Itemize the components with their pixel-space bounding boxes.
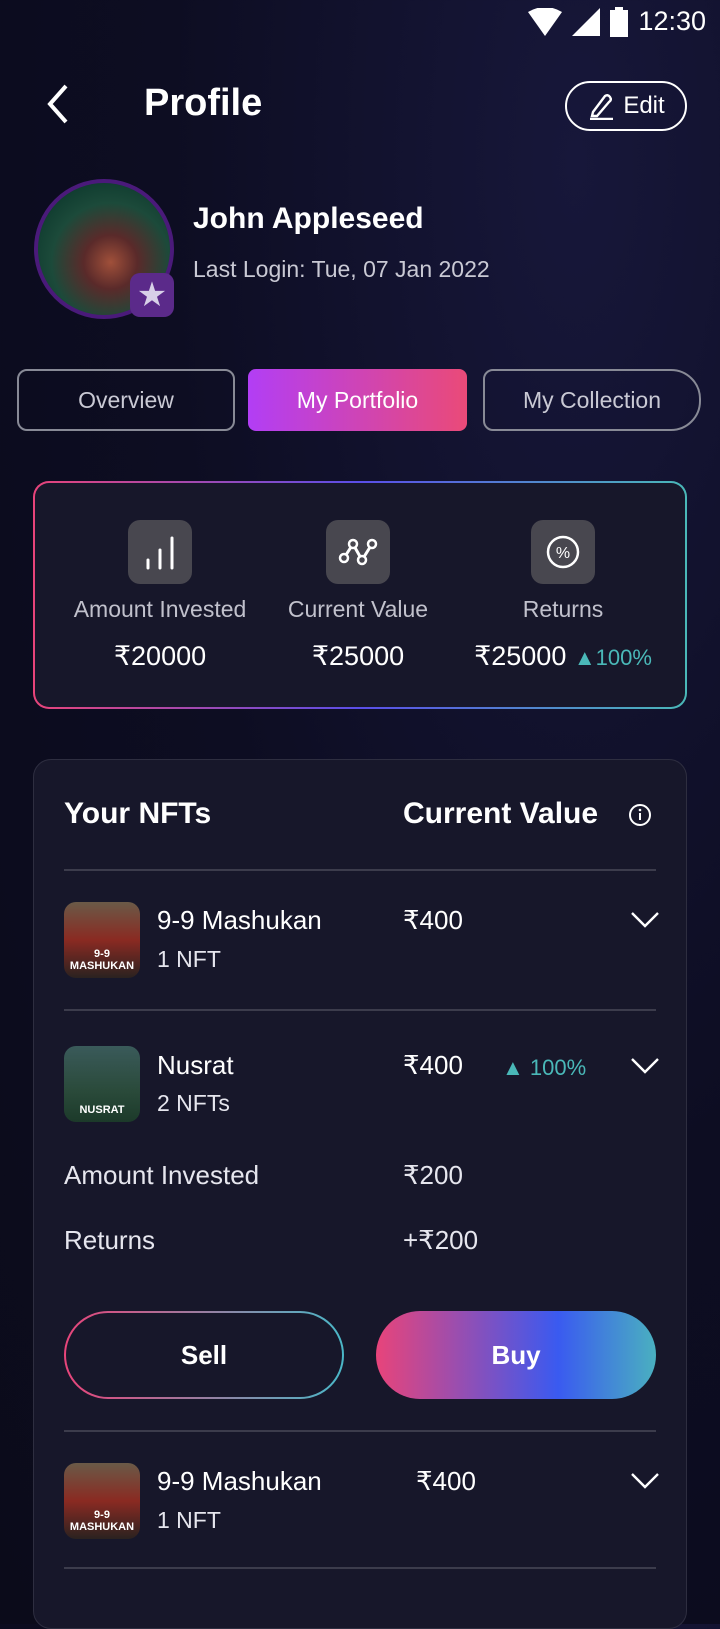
line-chart-icon [326, 520, 390, 584]
nft-name: 9-9 Mashukan [157, 1466, 322, 1496]
tab-my-portfolio[interactable]: My Portfolio [248, 369, 467, 431]
edit-label: Edit [623, 92, 665, 119]
thumb-text: 9-9 MASHUKAN [69, 948, 135, 972]
sell-button[interactable]: Sell [64, 1311, 344, 1399]
stat-value: ₹25000 [474, 641, 567, 671]
stat-label: Current Value [287, 596, 429, 622]
page-title: Profile [144, 82, 263, 124]
buy-button[interactable]: Buy [376, 1311, 656, 1399]
nfts-title: Your NFTs [64, 797, 212, 830]
divider [64, 1009, 656, 1011]
thumb-text: NUSRAT [79, 1104, 125, 1116]
pencil-icon [590, 94, 614, 120]
nft-change: ▲ 100% [502, 1055, 587, 1080]
portfolio-summary: Amount Invested ₹20000 Current Value ₹25… [33, 481, 687, 709]
stat-label: Returns [522, 596, 604, 622]
nft-value: ₹400 [403, 905, 463, 935]
stat-current-value: Current Value ₹25000 [253, 483, 463, 672]
nft-value: ₹400 [403, 1050, 463, 1080]
battery-icon [610, 6, 629, 37]
thumb-text: 9-9 MASHUKAN [69, 1509, 135, 1533]
edit-button[interactable]: Edit [565, 81, 687, 131]
chevron-down-icon[interactable] [630, 1471, 660, 1491]
status-bar: 12:30 [528, 6, 706, 37]
nft-thumbnail[interactable]: 9-9 MASHUKAN [64, 1463, 140, 1539]
returns-change: ▲100% [573, 645, 652, 670]
info-icon[interactable] [628, 803, 652, 827]
tab-my-collection[interactable]: My Collection [483, 369, 701, 431]
detail-value: ₹200 [403, 1160, 463, 1190]
percent-icon: % [531, 520, 595, 584]
nft-name: Nusrat [157, 1050, 234, 1080]
stat-returns: % Returns ₹25000 ▲100% [453, 483, 673, 672]
nft-count: 1 NFT [157, 946, 221, 972]
nft-value: ₹400 [416, 1466, 476, 1496]
detail-value: +₹200 [403, 1225, 479, 1255]
divider [64, 869, 656, 871]
stat-label: Amount Invested [73, 596, 247, 622]
tab-overview[interactable]: Overview [17, 369, 235, 431]
chevron-down-icon[interactable] [630, 910, 660, 930]
bar-chart-icon [128, 520, 192, 584]
chevron-down-icon[interactable] [630, 1056, 660, 1076]
clock: 12:30 [638, 6, 706, 36]
nft-count: 2 NFTs [157, 1090, 230, 1116]
star-icon: ★ [130, 273, 174, 317]
divider [64, 1567, 656, 1569]
detail-label: Amount Invested [64, 1160, 260, 1190]
stat-value: ₹25000 [311, 641, 405, 671]
current-value-header: Current Value [403, 797, 599, 830]
nft-count: 1 NFT [157, 1507, 221, 1533]
detail-label: Returns [64, 1225, 156, 1255]
nft-thumbnail[interactable]: NUSRAT [64, 1046, 140, 1122]
chevron-left-icon[interactable] [40, 82, 80, 126]
divider [64, 1430, 656, 1432]
nft-name: 9-9 Mashukan [157, 905, 322, 935]
last-login: Last Login: Tue, 07 Jan 2022 [193, 256, 490, 282]
nft-thumbnail[interactable]: 9-9 MASHUKAN [64, 902, 140, 978]
user-name: John Appleseed [193, 202, 424, 235]
sell-label: Sell [66, 1313, 342, 1397]
signal-icon [572, 7, 601, 36]
wifi-icon [528, 7, 563, 36]
stat-value: ₹20000 [113, 641, 207, 671]
stat-amount-invested: Amount Invested ₹20000 [55, 483, 265, 672]
svg-text:%: % [556, 545, 570, 562]
